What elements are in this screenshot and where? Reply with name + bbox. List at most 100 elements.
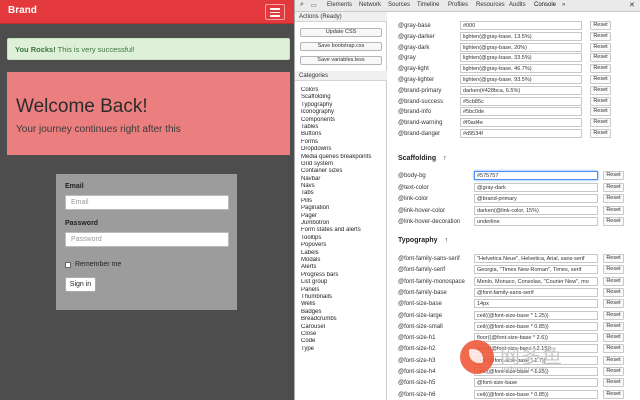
- variable-value-input[interactable]: Menlo, Monaco, Consolas, "Courier New", …: [474, 276, 598, 286]
- category-item[interactable]: Navs: [301, 183, 385, 190]
- variable-value-input[interactable]: ceil((@font-size-base * 0.85)): [474, 321, 598, 331]
- reset-button[interactable]: Reset: [603, 367, 624, 376]
- reset-button[interactable]: Reset: [603, 194, 624, 203]
- reset-button[interactable]: Reset: [603, 310, 624, 320]
- remember-me[interactable]: Remember me: [65, 261, 121, 268]
- more-tabs-icon[interactable]: »: [562, 2, 565, 8]
- reset-button[interactable]: Reset: [590, 21, 611, 30]
- reset-button[interactable]: Reset: [603, 217, 624, 226]
- category-item[interactable]: Breadcrumbs: [301, 316, 385, 323]
- category-item[interactable]: Pills: [301, 198, 385, 205]
- tab-sources[interactable]: Sources: [388, 2, 410, 8]
- category-item[interactable]: List group: [301, 279, 385, 286]
- reset-button[interactable]: Reset: [603, 287, 624, 297]
- variable-value-input[interactable]: lighten(@gray-base, 20%): [460, 42, 582, 52]
- tab-resources[interactable]: Resources: [476, 2, 505, 8]
- variable-value-input[interactable]: darken(@link-color, 15%): [474, 205, 598, 215]
- reset-button[interactable]: Reset: [590, 64, 611, 74]
- save-bootstrap-button[interactable]: Save bootstrap.css: [300, 42, 382, 51]
- category-item[interactable]: Forms: [301, 139, 385, 146]
- variable-value-input[interactable]: #575757: [474, 171, 598, 180]
- up-arrow-icon[interactable]: ↑: [445, 237, 449, 244]
- category-item[interactable]: Tables: [301, 124, 385, 131]
- tab-profiles[interactable]: Profiles: [448, 2, 468, 8]
- reset-button[interactable]: Reset: [590, 107, 611, 117]
- category-item[interactable]: Buttons: [301, 131, 385, 138]
- up-arrow-icon[interactable]: ↑: [443, 155, 447, 162]
- category-item[interactable]: Navbar: [301, 176, 385, 183]
- category-item[interactable]: Pager: [301, 213, 385, 220]
- category-item[interactable]: Jumbotron: [301, 220, 385, 227]
- reset-button[interactable]: Reset: [603, 299, 624, 309]
- category-item[interactable]: Type: [301, 346, 385, 353]
- variable-value-input[interactable]: lighten(@gray-base, 13.5%): [460, 31, 582, 41]
- reset-button[interactable]: Reset: [590, 53, 611, 63]
- reset-button[interactable]: Reset: [603, 344, 624, 354]
- reset-button[interactable]: Reset: [603, 171, 624, 180]
- variable-value-input[interactable]: lighten(@gray-base, 93.5%): [460, 75, 582, 84]
- sign-in-button[interactable]: Sign in: [65, 277, 96, 292]
- tab-audits[interactable]: Audits: [509, 2, 526, 8]
- save-variables-button[interactable]: Save variables.less: [300, 56, 382, 65]
- category-item[interactable]: Close: [301, 331, 385, 338]
- variable-value-input[interactable]: #5cb85c: [460, 96, 582, 106]
- category-item[interactable]: Typography: [301, 102, 385, 109]
- reset-button[interactable]: Reset: [590, 31, 611, 41]
- category-item[interactable]: Badges: [301, 309, 385, 316]
- reset-button[interactable]: Reset: [590, 42, 611, 52]
- category-item[interactable]: Carousel: [301, 324, 385, 331]
- reset-button[interactable]: Reset: [603, 378, 624, 388]
- close-icon[interactable]: ✕: [629, 1, 635, 9]
- category-item[interactable]: Colors: [301, 87, 385, 94]
- category-item[interactable]: Components: [301, 117, 385, 124]
- variable-value-input[interactable]: @brand-primary: [474, 194, 598, 203]
- category-item[interactable]: Iconography: [301, 109, 385, 116]
- category-item[interactable]: Code: [301, 338, 385, 345]
- variable-value-input[interactable]: @gray-dark: [474, 182, 598, 192]
- reset-button[interactable]: Reset: [603, 389, 624, 399]
- category-item[interactable]: Thumbnails: [301, 294, 385, 301]
- variable-value-input[interactable]: lighten(@gray-base, 33.5%): [460, 53, 582, 63]
- variable-value-input[interactable]: #f0ad4e: [460, 118, 582, 128]
- category-item[interactable]: Tooltips: [301, 235, 385, 242]
- reset-button[interactable]: Reset: [603, 205, 624, 215]
- update-css-button[interactable]: Update CSS: [300, 28, 382, 37]
- tab-network[interactable]: Network: [359, 2, 381, 8]
- reset-button[interactable]: Reset: [603, 355, 624, 365]
- variable-value-input[interactable]: lighten(@gray-base, 46.7%): [460, 64, 582, 74]
- tab-elements[interactable]: Elements: [327, 2, 352, 8]
- hamburger-menu-icon[interactable]: [265, 4, 285, 20]
- password-field[interactable]: Password: [65, 232, 229, 247]
- category-item[interactable]: Media queries breakpoints: [301, 154, 385, 161]
- category-item[interactable]: Scaffolding: [301, 94, 385, 101]
- category-item[interactable]: Wells: [301, 301, 385, 308]
- variable-value-input[interactable]: "Helvetica Neue", Helvetica, Arial, sans…: [474, 254, 598, 263]
- reset-button[interactable]: Reset: [603, 276, 624, 286]
- navbar-brand[interactable]: Brand: [8, 5, 37, 16]
- reset-button[interactable]: Reset: [590, 85, 611, 95]
- category-item[interactable]: Popovers: [301, 242, 385, 249]
- category-item[interactable]: Progress bars: [301, 272, 385, 279]
- tab-console[interactable]: Console: [534, 2, 556, 8]
- reset-button[interactable]: Reset: [590, 118, 611, 128]
- reset-button[interactable]: Reset: [590, 75, 611, 84]
- category-item[interactable]: Pagination: [301, 205, 385, 212]
- category-item[interactable]: Alerts: [301, 264, 385, 271]
- reset-button[interactable]: Reset: [603, 321, 624, 331]
- category-item[interactable]: Grid system: [301, 161, 385, 168]
- variable-value-input[interactable]: #d9534f: [460, 129, 582, 138]
- devtools-search-icon[interactable]: ⌕: [300, 1, 304, 9]
- category-item[interactable]: Labels: [301, 250, 385, 257]
- variable-value-input[interactable]: ceil((@font-size-base * 1.25)): [474, 310, 598, 320]
- reset-button[interactable]: Reset: [603, 333, 624, 343]
- tab-timeline[interactable]: Timeline: [417, 2, 439, 8]
- variable-value-input[interactable]: @font-size-base: [474, 378, 598, 388]
- variable-value-input[interactable]: ceil((@font-size-base * 0.85)): [474, 389, 598, 399]
- category-item[interactable]: Form states and alerts: [301, 227, 385, 234]
- variable-value-input[interactable]: @font-family-sans-serif: [474, 287, 598, 297]
- inspect-icon[interactable]: ▭: [311, 2, 317, 9]
- reset-button[interactable]: Reset: [603, 254, 624, 263]
- category-item[interactable]: Tabs: [301, 190, 385, 197]
- reset-button[interactable]: Reset: [590, 96, 611, 106]
- reset-button[interactable]: Reset: [603, 265, 624, 275]
